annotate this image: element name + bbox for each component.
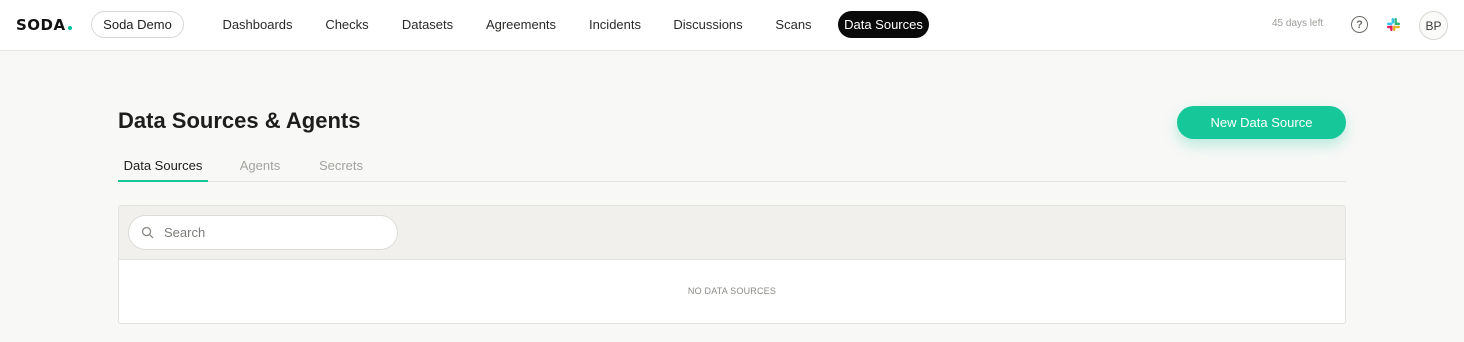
new-data-source-button[interactable]: New Data Source (1177, 106, 1346, 139)
top-navigation-bar: SODA Soda Demo Dashboards Checks Dataset… (0, 0, 1464, 51)
nav-item-data-sources[interactable]: Data Sources (838, 11, 929, 38)
search-input[interactable] (164, 225, 384, 240)
tab-agents[interactable]: Agents (230, 150, 290, 181)
nav-item-incidents[interactable]: Incidents (580, 11, 650, 38)
help-circle-icon[interactable]: ? (1351, 16, 1368, 33)
data-sources-panel: NO DATA SOURCES (118, 205, 1346, 324)
empty-state-message: NO DATA SOURCES (687, 286, 777, 296)
slack-icon[interactable] (1386, 17, 1401, 32)
workspace-selector[interactable]: Soda Demo (91, 11, 184, 38)
nav-item-scans[interactable]: Scans (766, 11, 821, 38)
nav-item-dashboards[interactable]: Dashboards (214, 11, 301, 38)
nav-item-agreements[interactable]: Agreements (477, 11, 565, 38)
tab-data-sources[interactable]: Data Sources (118, 150, 208, 182)
user-avatar[interactable]: BP (1419, 11, 1448, 40)
tab-secrets[interactable]: Secrets (313, 150, 369, 181)
logo-text: SODA (16, 16, 66, 34)
page-title: Data Sources & Agents (118, 108, 361, 133)
search-icon (141, 226, 154, 239)
page-tabs: Data Sources Agents Secrets (118, 150, 1346, 182)
nav-item-discussions[interactable]: Discussions (665, 11, 751, 38)
nav-item-datasets[interactable]: Datasets (393, 11, 462, 38)
search-field[interactable] (128, 215, 398, 250)
logo-dot (67, 26, 72, 30)
soda-logo[interactable]: SODA (16, 15, 72, 35)
trial-days-left: 45 days left (1272, 18, 1324, 29)
panel-toolbar (119, 206, 1345, 260)
nav-item-checks[interactable]: Checks (316, 11, 378, 38)
